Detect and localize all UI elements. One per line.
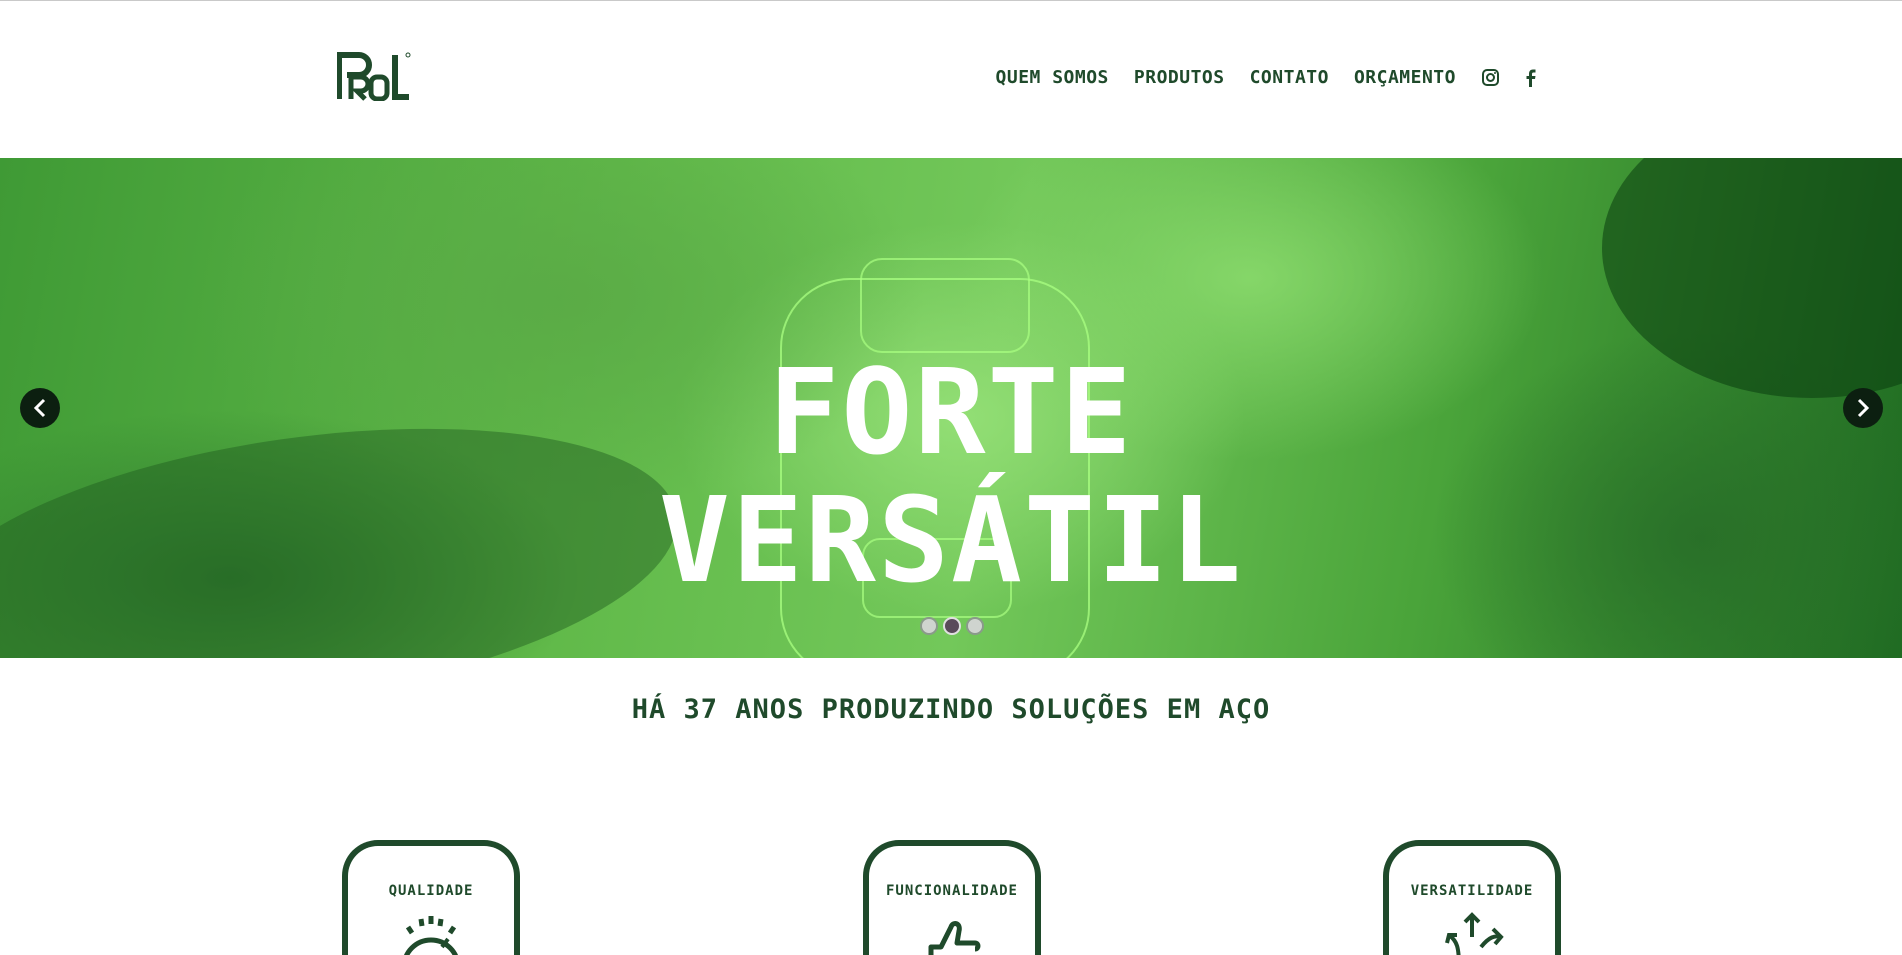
prol-logo[interactable] <box>337 51 411 101</box>
tagline: HÁ 37 ANOS PRODUZINDO SOLUÇÕES EM AÇO <box>631 694 1271 725</box>
site-header: QUEM SOMOS PRODUTOS CONTATO ORÇAMENTO <box>0 1 1902 158</box>
social-links <box>1481 69 1539 87</box>
feature-label: FUNCIONALIDADE <box>885 883 1018 899</box>
chevron-left-icon <box>33 398 46 418</box>
carousel-dot[interactable] <box>920 617 938 635</box>
feature-card-qualidade: QUALIDADE <box>342 840 520 955</box>
facebook-icon[interactable] <box>1521 69 1539 87</box>
gear-check-icon <box>404 916 458 955</box>
chevron-right-icon <box>1857 398 1870 418</box>
feature-label: QUALIDADE <box>388 883 474 899</box>
nav-quem-somos[interactable]: QUEM SOMOS <box>996 67 1109 88</box>
hero-title-line1: FORTE <box>768 343 1134 481</box>
carousel-dot-active[interactable] <box>943 617 961 635</box>
nav-orcamento[interactable]: ORÇAMENTO <box>1354 67 1456 88</box>
hero-carousel: FORTE VERSÁTIL <box>0 158 1902 658</box>
carousel-prev-button[interactable] <box>20 388 60 428</box>
hero-title: FORTE VERSÁTIL <box>0 348 1902 604</box>
feature-card-funcionalidade: FUNCIONALIDADE <box>863 840 1041 955</box>
carousel-next-button[interactable] <box>1843 388 1883 428</box>
carousel-dot[interactable] <box>966 617 984 635</box>
carousel-dots <box>920 617 984 635</box>
main-nav: QUEM SOMOS PRODUTOS CONTATO ORÇAMENTO <box>996 67 1539 88</box>
thumbs-up-icon <box>928 921 981 955</box>
instagram-icon[interactable] <box>1481 69 1499 87</box>
nav-contato[interactable]: CONTATO <box>1250 67 1329 88</box>
feature-card-versatilidade: VERSATILIDADE <box>1383 840 1561 955</box>
arrows-icon <box>1445 912 1504 955</box>
feature-label: VERSATILIDADE <box>1410 883 1534 899</box>
hero-outline-graphic <box>860 258 1030 353</box>
hero-title-line2: VERSÁTIL <box>658 471 1244 609</box>
nav-produtos[interactable]: PRODUTOS <box>1134 67 1225 88</box>
